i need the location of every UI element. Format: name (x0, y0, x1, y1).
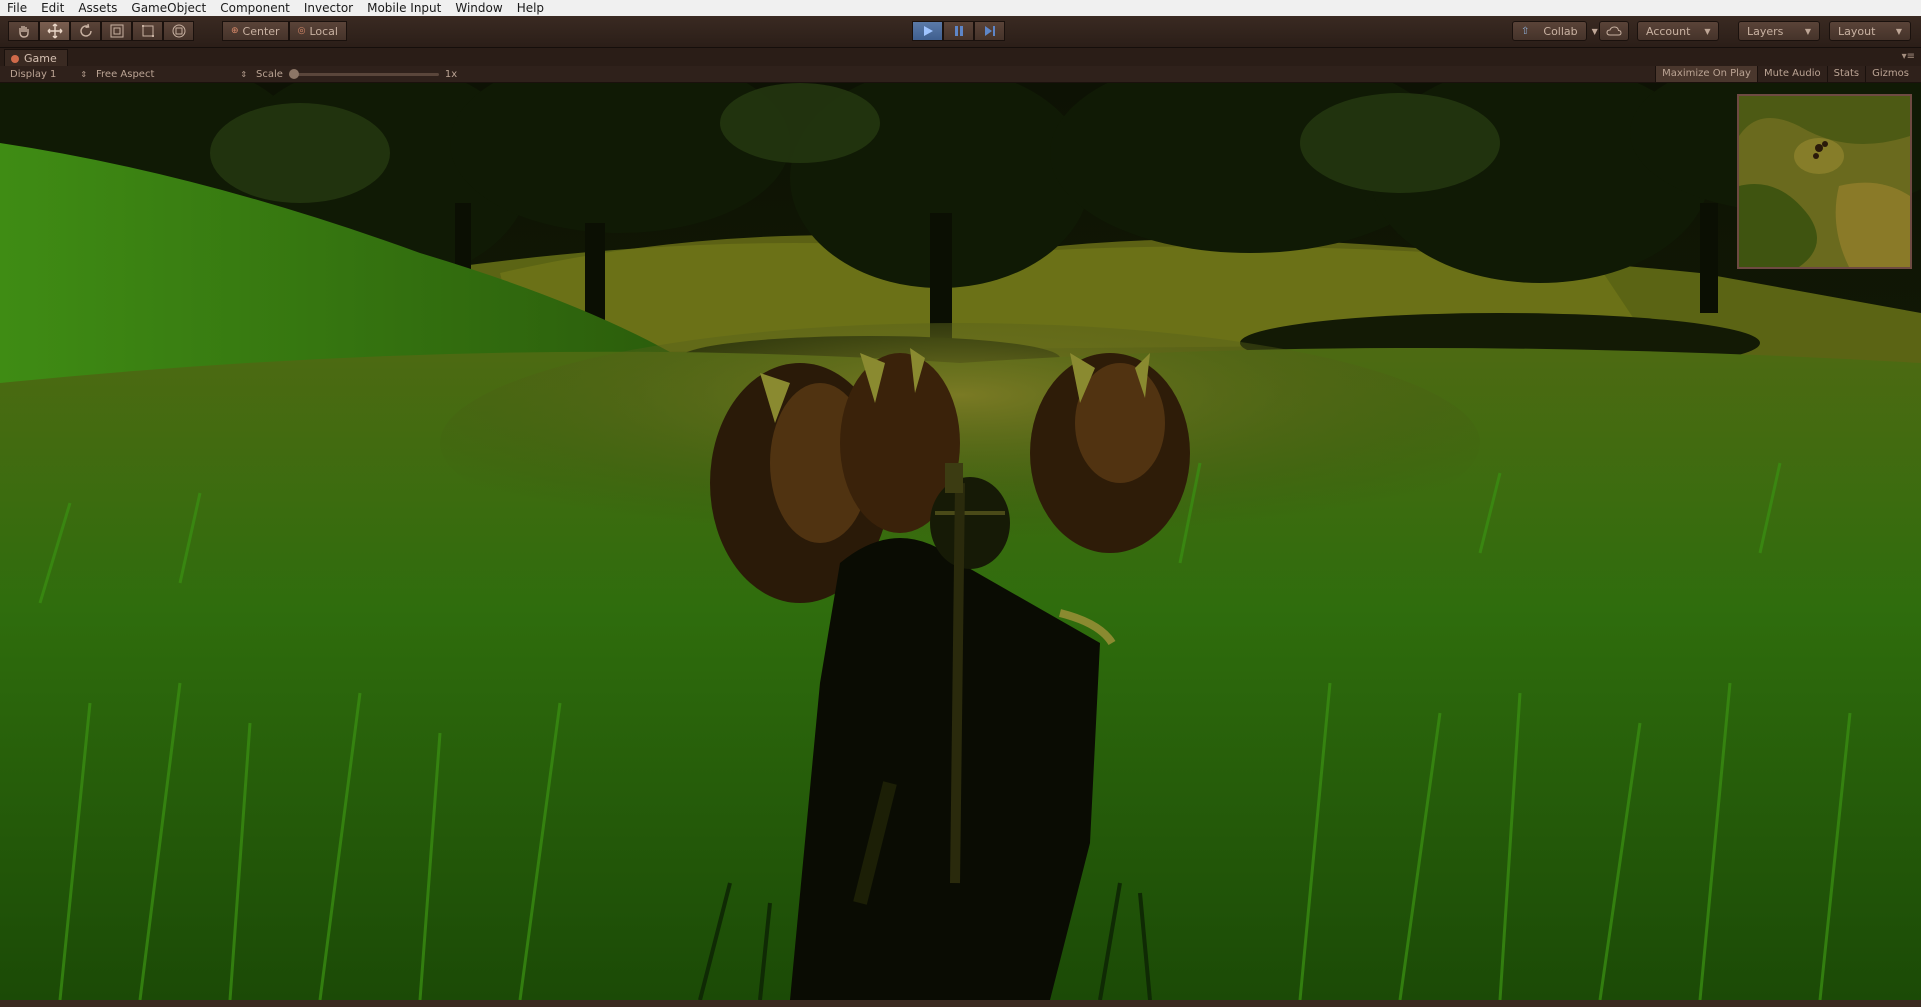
cloud-icon (1606, 26, 1622, 36)
menu-assets[interactable]: Assets (71, 0, 124, 16)
scale-tool-button[interactable] (101, 21, 132, 41)
scale-control: Scale 1x (256, 66, 457, 82)
scale-tool-icon (110, 24, 123, 38)
pivot-toggles: ⊕ Center ◎ Local (222, 21, 347, 41)
chevron-down-icon: ▼ (1804, 26, 1811, 36)
transform-tool-button[interactable] (163, 21, 194, 41)
layers-dropdown[interactable]: Layers ▼ (1738, 21, 1820, 41)
updown-icon: ⇕ (80, 69, 88, 79)
menu-component[interactable]: Component (213, 0, 297, 16)
layers-group: Layers ▼ (1738, 21, 1820, 41)
pivot-center-button[interactable]: ⊕ Center (222, 21, 289, 41)
display-dropdown[interactable]: Display 1 ⇕ (10, 66, 87, 82)
step-icon (984, 26, 995, 36)
game-tab-icon (11, 54, 19, 63)
transform-tool-icon (172, 24, 185, 38)
scale-slider-knob[interactable] (288, 68, 299, 79)
scale-value: 1x (444, 68, 458, 80)
layout-label: Layout (1838, 24, 1876, 38)
tab-game[interactable]: Game (4, 49, 68, 67)
updown-icon: ⇕ (240, 69, 248, 79)
pivot-center-icon: ⊕ (231, 26, 239, 36)
layout-dropdown[interactable]: Layout ▼ (1829, 21, 1911, 41)
rect-tool-icon (141, 25, 154, 37)
play-icon (923, 26, 933, 36)
cloud-group (1599, 21, 1629, 41)
scale-slider[interactable] (288, 68, 439, 79)
rotate-tool-icon (79, 23, 92, 37)
chevron-down-icon: ▼ (1591, 26, 1598, 36)
main-toolbar: ⊕ Center ◎ Local ⇧ Collab ▼ Account ▼ La… (0, 16, 1921, 48)
menu-help[interactable]: Help (510, 0, 551, 16)
menu-gameobject[interactable]: GameObject (124, 0, 213, 16)
move-tool-icon (47, 23, 62, 39)
playback-controls (912, 21, 1005, 41)
pivot-center-label: Center (242, 24, 280, 38)
step-button[interactable] (974, 21, 1005, 41)
aspect-label: Free Aspect (96, 68, 155, 80)
rect-tool-button[interactable] (132, 21, 163, 41)
layout-group: Layout ▼ (1829, 21, 1911, 41)
game-viewport[interactable] (0, 83, 1921, 1000)
layers-label: Layers (1747, 24, 1784, 38)
maximize-on-play-toggle[interactable]: Maximize On Play (1655, 66, 1757, 82)
account-group: Account ▼ (1637, 21, 1719, 41)
scale-label: Scale (256, 68, 283, 80)
rotate-tool-button[interactable] (70, 21, 101, 41)
collab-label: Collab (1543, 24, 1578, 38)
hand-tool-icon (18, 26, 29, 38)
collab-icon: ⇧ (1521, 25, 1530, 37)
menu-mobile-input[interactable]: Mobile Input (360, 0, 448, 16)
transform-tools (8, 21, 194, 41)
game-scene (0, 83, 1921, 1000)
game-view-controls: Display 1 ⇕ Free Aspect ⇕ Scale 1x Maxim… (0, 66, 1921, 83)
menu-bar: File Edit Assets GameObject Component In… (0, 0, 1921, 17)
collab-dropdown[interactable]: ⇧ Collab ▼ (1512, 21, 1598, 41)
menu-edit[interactable]: Edit (34, 0, 71, 16)
chevron-down-icon: ▼ (1895, 26, 1902, 36)
pivot-local-button[interactable]: ◎ Local (288, 21, 347, 41)
tab-game-label: Game (24, 52, 57, 65)
pause-icon (954, 26, 963, 36)
cloud-button[interactable] (1599, 21, 1629, 41)
pivot-local-icon: ◎ (297, 26, 306, 36)
chevron-down-icon: ▼ (1704, 26, 1711, 36)
game-tab-row: Game ▾≡ (0, 48, 1921, 67)
pause-button[interactable] (943, 21, 974, 41)
move-tool-button[interactable] (39, 21, 70, 41)
mute-audio-toggle[interactable]: Mute Audio (1756, 66, 1827, 82)
minimap[interactable] (1737, 94, 1912, 269)
aspect-dropdown[interactable]: Free Aspect ⇕ (96, 66, 247, 82)
collab-group: ⇧ Collab ▼ (1512, 21, 1598, 41)
menu-invector[interactable]: Invector (297, 0, 360, 16)
hand-tool-button[interactable] (8, 21, 39, 41)
gizmos-dropdown[interactable]: Gizmos (1865, 66, 1915, 82)
menu-file[interactable]: File (0, 0, 34, 16)
account-dropdown[interactable]: Account ▼ (1637, 21, 1719, 41)
minimap-terrain (1739, 96, 1910, 267)
stats-toggle[interactable]: Stats (1826, 66, 1866, 82)
pivot-local-label: Local (309, 24, 338, 38)
game-view-toggles: Maximize On Play Mute Audio Stats Gizmos (1655, 66, 1915, 82)
tab-options-icon[interactable]: ▾≡ (1902, 51, 1915, 62)
display-label: Display 1 (10, 68, 57, 80)
account-label: Account (1646, 24, 1691, 38)
bottom-status-strip (0, 1000, 1921, 1007)
play-button[interactable] (912, 21, 943, 41)
monster-right (1030, 353, 1190, 553)
menu-window[interactable]: Window (448, 0, 509, 16)
